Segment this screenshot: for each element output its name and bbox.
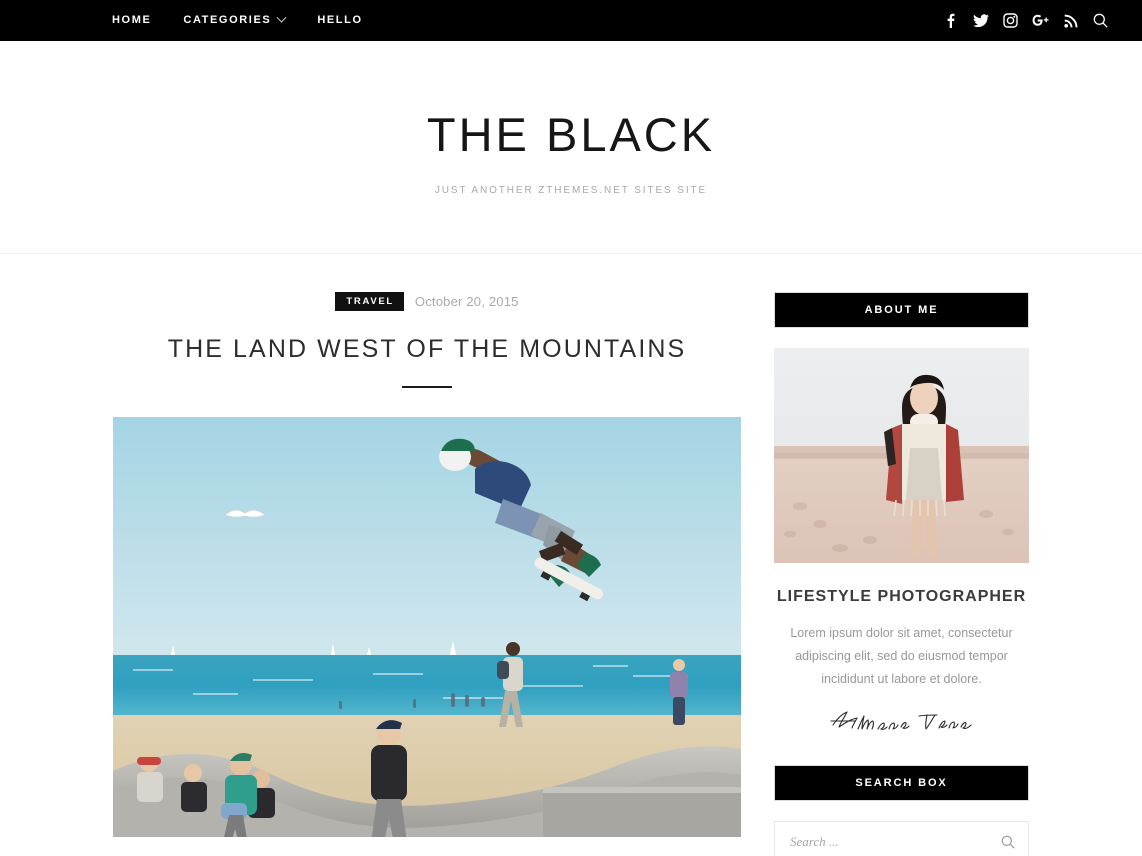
site-title[interactable]: THE BLACK (427, 111, 715, 158)
twitter-icon[interactable] (972, 12, 989, 29)
skatepark-beach-illustration (113, 416, 741, 837)
about-text: Lorem ipsum dolor sit amet, consectetur … (790, 626, 1013, 687)
main-content: TRAVEL October 20, 2015 THE LAND WEST OF… (113, 254, 741, 837)
widget-title-about-me: ABOUT ME (774, 292, 1029, 328)
nav-item-hello[interactable]: Hello (301, 0, 378, 41)
nav-item-categories[interactable]: Categories (167, 0, 301, 41)
search-icon (1001, 835, 1015, 849)
about-author-photo (774, 348, 1029, 563)
nav-item-home[interactable]: Home (112, 0, 167, 41)
sidebar: ABOUT ME LIFESTYLE PHOTOGRAPHER Lorem ip… (774, 254, 1029, 856)
widget-search-box: SEARCH BOX (774, 765, 1029, 856)
nav-item-label: Categories (183, 14, 272, 26)
facebook-icon[interactable] (942, 12, 959, 29)
search-input[interactable] (775, 822, 1028, 856)
chevron-down-icon (276, 12, 287, 23)
woman-on-beach-illustration (774, 348, 1029, 563)
about-heading: LIFESTYLE PHOTOGRAPHER (776, 588, 1027, 605)
social-links (942, 12, 1109, 29)
signature-icon (829, 711, 972, 731)
primary-nav: Home Categories Hello (112, 0, 379, 41)
widget-about-me: ABOUT ME LIFESTYLE PHOTOGRAPHER Lorem ip… (774, 292, 1029, 735)
nav-item-label: Home (112, 14, 152, 26)
instagram-icon[interactable] (1002, 12, 1019, 29)
title-divider (402, 385, 452, 388)
post-category-badge[interactable]: TRAVEL (335, 292, 404, 311)
search-icon[interactable] (1092, 12, 1109, 29)
search-form (774, 821, 1029, 856)
post-meta: TRAVEL October 20, 2015 (113, 292, 741, 311)
search-submit-button[interactable] (1000, 834, 1016, 850)
post-title[interactable]: THE LAND WEST OF THE MOUNTAINS (113, 334, 741, 365)
site-header: THE BLACK JUST ANOTHER ZTHEMES.NET SITES… (0, 41, 1142, 254)
widget-title-search-box: SEARCH BOX (774, 765, 1029, 802)
google-plus-icon[interactable] (1032, 12, 1049, 29)
top-navigation-bar: Home Categories Hello (0, 0, 1142, 41)
post-date: October 20, 2015 (414, 293, 519, 309)
nav-item-label: Hello (317, 14, 363, 26)
author-signature (774, 707, 1029, 735)
post-article: TRAVEL October 20, 2015 THE LAND WEST OF… (113, 292, 741, 837)
page-body: TRAVEL October 20, 2015 THE LAND WEST OF… (0, 254, 1142, 856)
rss-icon[interactable] (1062, 12, 1079, 29)
site-tagline: JUST ANOTHER ZTHEMES.NET SITES SITE (434, 185, 708, 196)
post-featured-image[interactable] (113, 416, 741, 837)
